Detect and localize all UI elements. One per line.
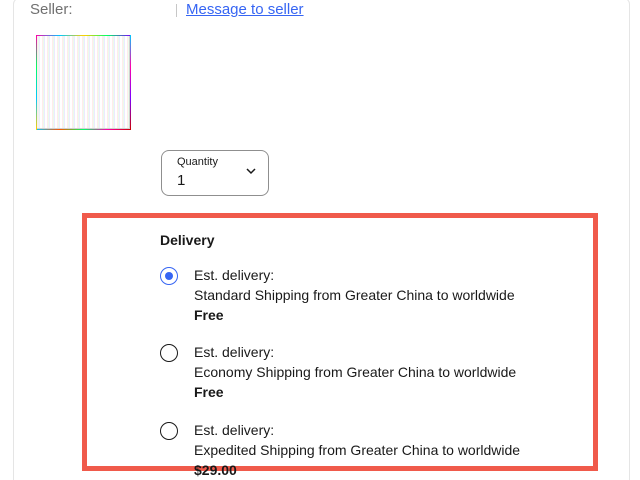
shipping-price: Free xyxy=(194,384,224,400)
quantity-select[interactable]: Quantity 1 xyxy=(161,150,269,196)
thumbnail-edge xyxy=(36,35,131,36)
quantity-value: 1 xyxy=(177,172,186,189)
radio-button[interactable] xyxy=(160,344,178,362)
shipping-price: Free xyxy=(194,307,224,323)
page: Seller: Message to seller Quantity 1 Del… xyxy=(0,0,640,480)
chevron-down-icon xyxy=(246,168,256,175)
message-to-seller-link[interactable]: Message to seller xyxy=(186,1,304,18)
radio-button[interactable] xyxy=(160,422,178,440)
shipping-method: Economy Shipping from Greater China to w… xyxy=(194,364,517,380)
est-delivery-label: Est. delivery: xyxy=(194,422,275,438)
shipping-method: Standard Shipping from Greater China to … xyxy=(194,287,515,303)
thumbnail-edge xyxy=(36,129,131,130)
shipping-method: Expedited Shipping from Greater China to… xyxy=(194,442,521,458)
delivery-title: Delivery xyxy=(160,232,215,248)
thumbnail-edge xyxy=(36,35,37,130)
est-delivery-label: Est. delivery: xyxy=(194,267,275,283)
quantity-label: Quantity xyxy=(177,156,218,168)
radio-button-selected[interactable] xyxy=(160,267,178,285)
shipping-price: $29.00 xyxy=(194,462,237,478)
seller-label: Seller: xyxy=(30,1,73,18)
est-delivery-label: Est. delivery: xyxy=(194,344,275,360)
thumbnail-edge xyxy=(130,35,131,130)
item-thumbnail[interactable] xyxy=(36,35,130,129)
divider xyxy=(176,4,177,17)
